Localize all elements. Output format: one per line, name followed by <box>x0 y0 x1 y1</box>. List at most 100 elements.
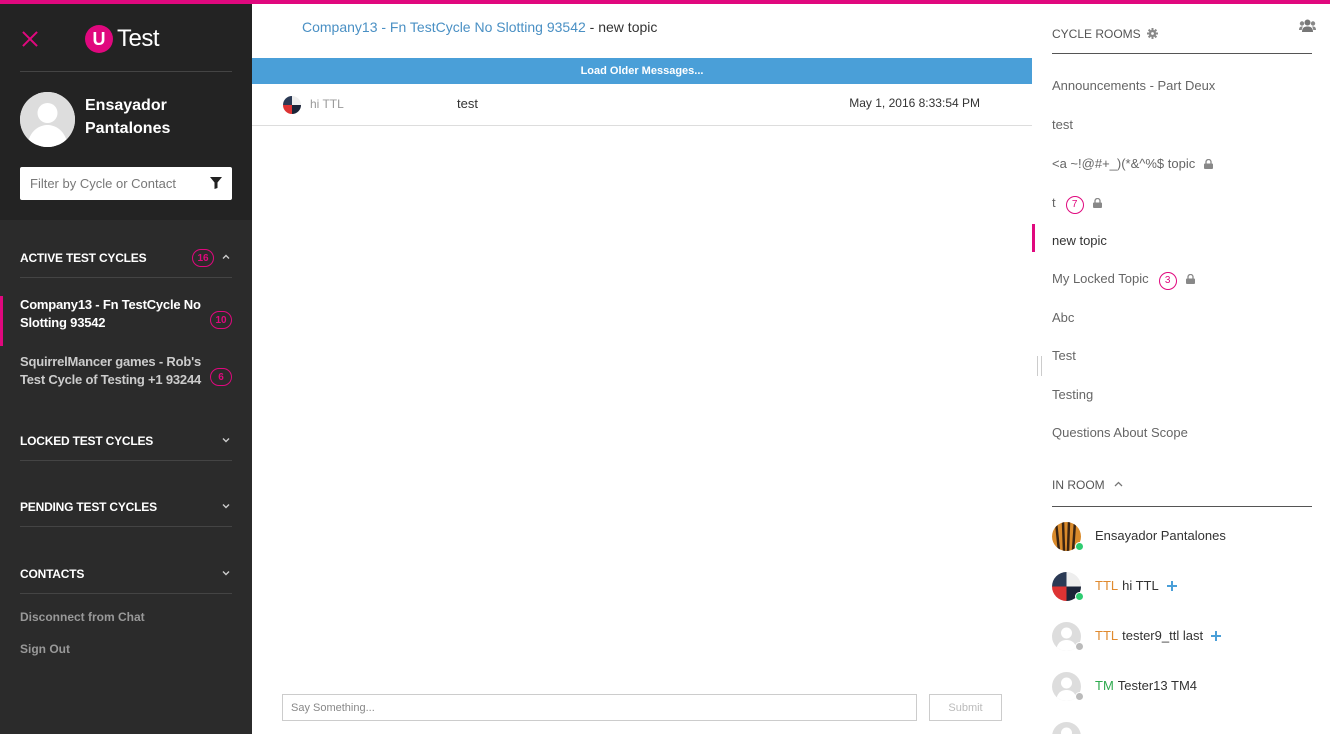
message-timestamp: May 1, 2016 8:33:54 PM <box>849 96 980 110</box>
member-role: TTL <box>1095 578 1119 593</box>
room-label: <a ~!@#+_)(*&^%$ topic <box>1052 156 1214 171</box>
chevron-down-icon[interactable] <box>222 502 230 510</box>
room-label: Questions About Scope <box>1052 425 1188 440</box>
cycle-count-badge: 10 <box>210 311 232 329</box>
rooms-panel: CYCLE ROOMS Announcements - Part Deux te… <box>1032 4 1330 734</box>
user-avatar <box>20 92 75 147</box>
sidebar-header: U Test Ensayador Pantalones <box>0 4 252 220</box>
user-name: Ensayador Pantalones <box>85 97 171 137</box>
room-item[interactable]: Announcements - Part Deux <box>1032 67 1330 105</box>
room-name: <a ~!@#+_)(*&^%$ topic <box>1052 156 1196 171</box>
room-unread-badge: 7 <box>1065 195 1084 214</box>
room-name: t <box>1052 195 1056 210</box>
room-item[interactable]: Questions About Scope <box>1032 414 1330 452</box>
disconnect-link[interactable]: Disconnect from Chat <box>20 610 145 624</box>
section-locked-cycles[interactable]: LOCKED TEST CYCLES <box>20 421 232 461</box>
close-icon[interactable] <box>20 29 40 49</box>
cycle-label: SquirrelMancer games - Rob's Test Cycle … <box>20 354 202 387</box>
offline-status-dot <box>1075 642 1084 651</box>
section-title: CONTACTS <box>20 567 85 581</box>
room-label: Announcements - Part Deux <box>1052 78 1215 93</box>
filter-input[interactable] <box>20 167 200 200</box>
room-item-active[interactable]: new topic <box>1032 222 1330 260</box>
member-name: TTL hi TTL <box>1095 578 1177 593</box>
online-status-dot <box>1075 542 1084 551</box>
breadcrumb-cycle-link[interactable]: Company13 - Fn TestCycle No Slotting 935… <box>302 19 586 35</box>
default-avatar-icon <box>1052 722 1081 734</box>
load-older-button[interactable]: Load Older Messages... <box>252 58 1032 84</box>
room-label: Abc <box>1052 310 1074 325</box>
default-avatar-icon <box>20 92 75 147</box>
room-label: My Locked Topic 3 <box>1052 271 1195 290</box>
room-item[interactable]: t7 <box>1032 184 1330 222</box>
chevron-up-icon[interactable] <box>1114 481 1123 487</box>
gear-icon[interactable] <box>1147 28 1159 40</box>
room-item[interactable]: Testing <box>1032 376 1330 414</box>
chat-main: Company13 - Fn TestCycle No Slotting 935… <box>252 4 1032 734</box>
filter-icon[interactable] <box>210 177 222 189</box>
cycle-item-company13[interactable]: Company13 - Fn TestCycle No Slotting 935… <box>0 296 252 346</box>
message-composer <box>282 694 917 721</box>
chevron-down-icon[interactable] <box>222 436 230 444</box>
member-name-text: Ensayador Pantalones <box>1095 528 1226 543</box>
member-role: TM <box>1095 678 1114 693</box>
room-name: Test <box>1052 348 1076 363</box>
add-contact-icon[interactable] <box>1166 581 1177 591</box>
section-title: ACTIVE TEST CYCLES <box>20 251 147 265</box>
filter-box <box>20 167 232 200</box>
lock-icon <box>1185 274 1195 284</box>
room-item[interactable]: <a ~!@#+_)(*&^%$ topic <box>1032 145 1330 183</box>
in-room-header[interactable]: IN ROOM <box>1052 478 1312 507</box>
section-active-cycles[interactable]: ACTIVE TEST CYCLES 16 <box>20 238 232 278</box>
submit-button[interactable]: Submit <box>929 694 1002 721</box>
member-name-text: Tester13 TM4 <box>1117 678 1198 693</box>
room-label: Testing <box>1052 387 1093 402</box>
member-row[interactable] <box>1052 722 1322 734</box>
section-title: PENDING TEST CYCLES <box>20 500 157 514</box>
breadcrumb: Company13 - Fn TestCycle No Slotting 935… <box>302 19 657 35</box>
room-unread-badge: 3 <box>1158 271 1177 290</box>
member-name: TTL tester9_ttl last <box>1095 628 1222 643</box>
message-author: hi TTL <box>310 97 344 111</box>
member-name: Ensayador Pantalones <box>1095 528 1226 543</box>
chevron-up-icon[interactable] <box>222 253 230 261</box>
in-room-title: IN ROOM <box>1052 478 1105 492</box>
member-name-text: hi TTL <box>1122 578 1159 593</box>
avatar <box>1052 722 1081 734</box>
room-item[interactable]: test <box>1032 106 1330 144</box>
breadcrumb-separator: - <box>585 19 599 35</box>
section-title: LOCKED TEST CYCLES <box>20 434 154 448</box>
avatar <box>283 96 301 114</box>
room-label: test <box>1052 117 1073 132</box>
cycle-count-badge: 6 <box>210 368 232 386</box>
member-row[interactable]: TTL tester9_ttl last <box>1052 622 1322 652</box>
lock-icon <box>1092 198 1102 208</box>
room-name: Announcements - Part Deux <box>1052 78 1216 93</box>
room-item[interactable]: Test <box>1032 337 1330 375</box>
message-input[interactable] <box>283 695 916 720</box>
room-label: new topic <box>1052 233 1107 248</box>
room-item[interactable]: Abc <box>1032 299 1330 337</box>
section-contacts[interactable]: CONTACTS <box>20 554 232 594</box>
member-row[interactable]: Ensayador Pantalones <box>1052 522 1322 552</box>
sign-out-link[interactable]: Sign Out <box>20 642 70 656</box>
chevron-down-icon[interactable] <box>222 569 230 577</box>
room-name: new topic <box>1052 233 1107 248</box>
add-contact-icon[interactable] <box>1211 631 1222 641</box>
utest-logo: U Test <box>85 24 160 54</box>
section-pending-cycles[interactable]: PENDING TEST CYCLES <box>20 487 232 527</box>
message-text: test <box>457 96 478 111</box>
cycle-item-squirrelmancer[interactable]: SquirrelMancer games - Rob's Test Cycle … <box>0 353 252 403</box>
active-count-badge: 16 <box>192 249 214 267</box>
logo-text: Test <box>117 25 160 52</box>
member-row[interactable]: TTL hi TTL <box>1052 572 1322 602</box>
room-item[interactable]: My Locked Topic 3 <box>1032 260 1330 298</box>
message-row: hi TTL test May 1, 2016 8:33:54 PM <box>252 84 1032 126</box>
member-name: TM Tester13 TM4 <box>1095 678 1197 693</box>
room-name: My Locked Topic <box>1052 271 1149 286</box>
online-status-dot <box>1075 592 1084 601</box>
room-label: Test <box>1052 348 1076 363</box>
room-label: t7 <box>1052 195 1102 214</box>
member-row[interactable]: TM Tester13 TM4 <box>1052 672 1322 702</box>
divider <box>20 71 232 72</box>
